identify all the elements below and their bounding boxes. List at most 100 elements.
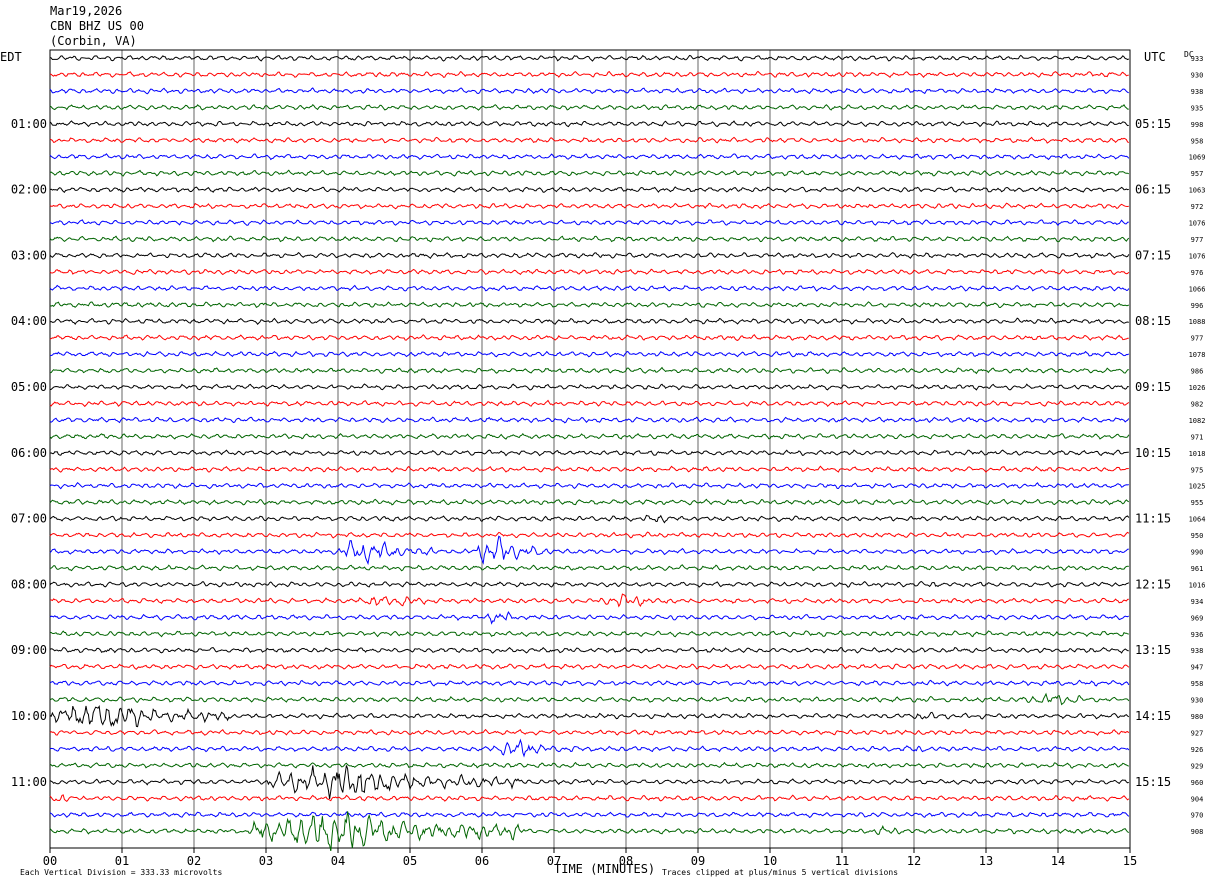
seismic-trace bbox=[49, 153, 1130, 161]
seismic-trace bbox=[49, 350, 1130, 358]
dc-offset-label: 977 bbox=[1191, 236, 1204, 244]
dc-offset-label: 933 bbox=[1191, 55, 1204, 63]
helicorder-plot: 00 01 02 03 04 05 06 07 08 09 10 11 12 13 14 15 933 930 93… bbox=[11, 49, 1206, 868]
x-tick-label: 09 bbox=[691, 854, 705, 868]
seismic-trace bbox=[49, 449, 1129, 457]
x-tick-label: 03 bbox=[259, 854, 273, 868]
seismic-trace bbox=[49, 611, 1130, 625]
seismic-trace bbox=[50, 630, 1129, 638]
x-tick-label: 06 bbox=[475, 854, 489, 868]
dc-offset-label: 938 bbox=[1191, 88, 1204, 96]
dc-offset-label: 955 bbox=[1191, 499, 1204, 507]
left-hour-label: 05:00 bbox=[11, 380, 47, 394]
seismic-trace bbox=[49, 103, 1129, 111]
dc-offset-label: 1082 bbox=[1189, 417, 1206, 425]
dc-offset-label: 936 bbox=[1191, 631, 1204, 639]
right-hour-label: 10:15 bbox=[1135, 446, 1171, 460]
seismic-trace bbox=[49, 646, 1129, 654]
seismic-trace bbox=[49, 465, 1129, 474]
seismic-trace bbox=[49, 399, 1130, 408]
seismic-trace bbox=[49, 334, 1129, 341]
dc-offset-label: 930 bbox=[1191, 697, 1204, 705]
dc-offset-label: 977 bbox=[1191, 335, 1204, 343]
x-tick-label: 12 bbox=[907, 854, 921, 868]
dc-offset-label: 961 bbox=[1191, 565, 1204, 573]
dc-offset-label: 947 bbox=[1191, 664, 1204, 672]
dc-offset-label: 1018 bbox=[1189, 450, 1206, 458]
dc-offset-label: 908 bbox=[1191, 828, 1204, 836]
seismic-trace bbox=[49, 284, 1130, 292]
x-tick-label: 08 bbox=[619, 854, 633, 868]
seismic-trace bbox=[49, 705, 1130, 728]
seismic-trace bbox=[49, 432, 1130, 440]
dc-offset-label: 960 bbox=[1191, 779, 1204, 787]
left-hour-label: 01:00 bbox=[11, 117, 47, 131]
dc-offset-label: 969 bbox=[1191, 614, 1204, 622]
seismic-trace bbox=[49, 252, 1130, 260]
left-hour-label: 02:00 bbox=[11, 183, 47, 197]
seismic-trace bbox=[49, 738, 1130, 758]
dc-offset-label: 1069 bbox=[1189, 154, 1206, 162]
seismic-trace bbox=[49, 317, 1129, 325]
seismic-trace bbox=[49, 498, 1130, 506]
seismic-trace bbox=[49, 514, 1130, 524]
dc-offset-label: 971 bbox=[1191, 433, 1204, 441]
dc-offset-label: 950 bbox=[1191, 532, 1204, 540]
dc-offset-label: 972 bbox=[1191, 203, 1204, 211]
left-hour-label: 03:00 bbox=[11, 248, 47, 262]
x-tick-label: 02 bbox=[187, 854, 201, 868]
left-hour-label: 08:00 bbox=[11, 577, 47, 591]
seismic-trace bbox=[49, 383, 1129, 391]
seismic-trace bbox=[49, 692, 1130, 706]
left-hour-label: 07:00 bbox=[11, 512, 47, 526]
seismic-trace bbox=[49, 366, 1129, 375]
seismic-trace bbox=[49, 794, 1130, 802]
left-hour-label: 11:00 bbox=[11, 775, 47, 789]
left-hour-label: 04:00 bbox=[11, 314, 47, 328]
dc-offset-label: 1025 bbox=[1189, 483, 1206, 491]
left-hour-label: 06:00 bbox=[11, 446, 47, 460]
seismic-trace bbox=[49, 761, 1129, 769]
dc-offset-label: 958 bbox=[1191, 137, 1204, 145]
dc-offset-label: 1076 bbox=[1189, 220, 1206, 228]
right-hour-label: 08:15 bbox=[1135, 314, 1171, 328]
dc-offset-label: 1088 bbox=[1189, 318, 1206, 326]
seismic-trace bbox=[49, 136, 1130, 144]
right-hour-label: 11:15 bbox=[1135, 512, 1171, 526]
dc-offset-label: 1078 bbox=[1189, 351, 1206, 359]
dc-offset-label: 998 bbox=[1191, 121, 1204, 129]
seismic-trace bbox=[49, 416, 1130, 424]
right-hour-label: 07:15 bbox=[1135, 248, 1171, 262]
dc-offset-label: 1064 bbox=[1189, 516, 1206, 524]
x-tick-label: 07 bbox=[547, 854, 561, 868]
dc-offset-label: 990 bbox=[1191, 549, 1204, 557]
seismic-trace bbox=[49, 202, 1129, 210]
dc-offset-label: 958 bbox=[1191, 680, 1204, 688]
right-hour-label: 06:15 bbox=[1135, 183, 1171, 197]
right-hour-label: 13:15 bbox=[1135, 643, 1171, 657]
seismic-trace bbox=[49, 531, 1130, 539]
seismic-trace bbox=[49, 535, 1129, 566]
seismic-trace bbox=[49, 728, 1130, 736]
x-tick-label: 11 bbox=[835, 854, 849, 868]
seismic-trace bbox=[49, 481, 1129, 490]
dc-offset-label: 926 bbox=[1191, 746, 1204, 754]
seismic-trace bbox=[49, 70, 1129, 79]
x-tick-label: 10 bbox=[763, 854, 777, 868]
seismic-trace bbox=[49, 765, 1129, 799]
seismic-trace bbox=[49, 564, 1129, 572]
dc-offset-label: 957 bbox=[1191, 170, 1204, 178]
dc-offset-label: 929 bbox=[1191, 762, 1204, 770]
seismic-trace bbox=[49, 169, 1130, 177]
dc-offset-label: 975 bbox=[1191, 466, 1204, 474]
seismic-trace bbox=[49, 87, 1129, 95]
seismic-trace bbox=[49, 120, 1129, 128]
seismic-trace bbox=[49, 811, 1130, 851]
right-hour-label: 12:15 bbox=[1135, 577, 1171, 591]
seismic-trace bbox=[49, 580, 1130, 588]
right-hour-label: 05:15 bbox=[1135, 117, 1171, 131]
dc-offset-label: 996 bbox=[1191, 302, 1204, 310]
dc-offset-label: 934 bbox=[1191, 598, 1204, 606]
right-hour-label: 15:15 bbox=[1135, 775, 1171, 789]
x-tick-label: 05 bbox=[403, 854, 417, 868]
